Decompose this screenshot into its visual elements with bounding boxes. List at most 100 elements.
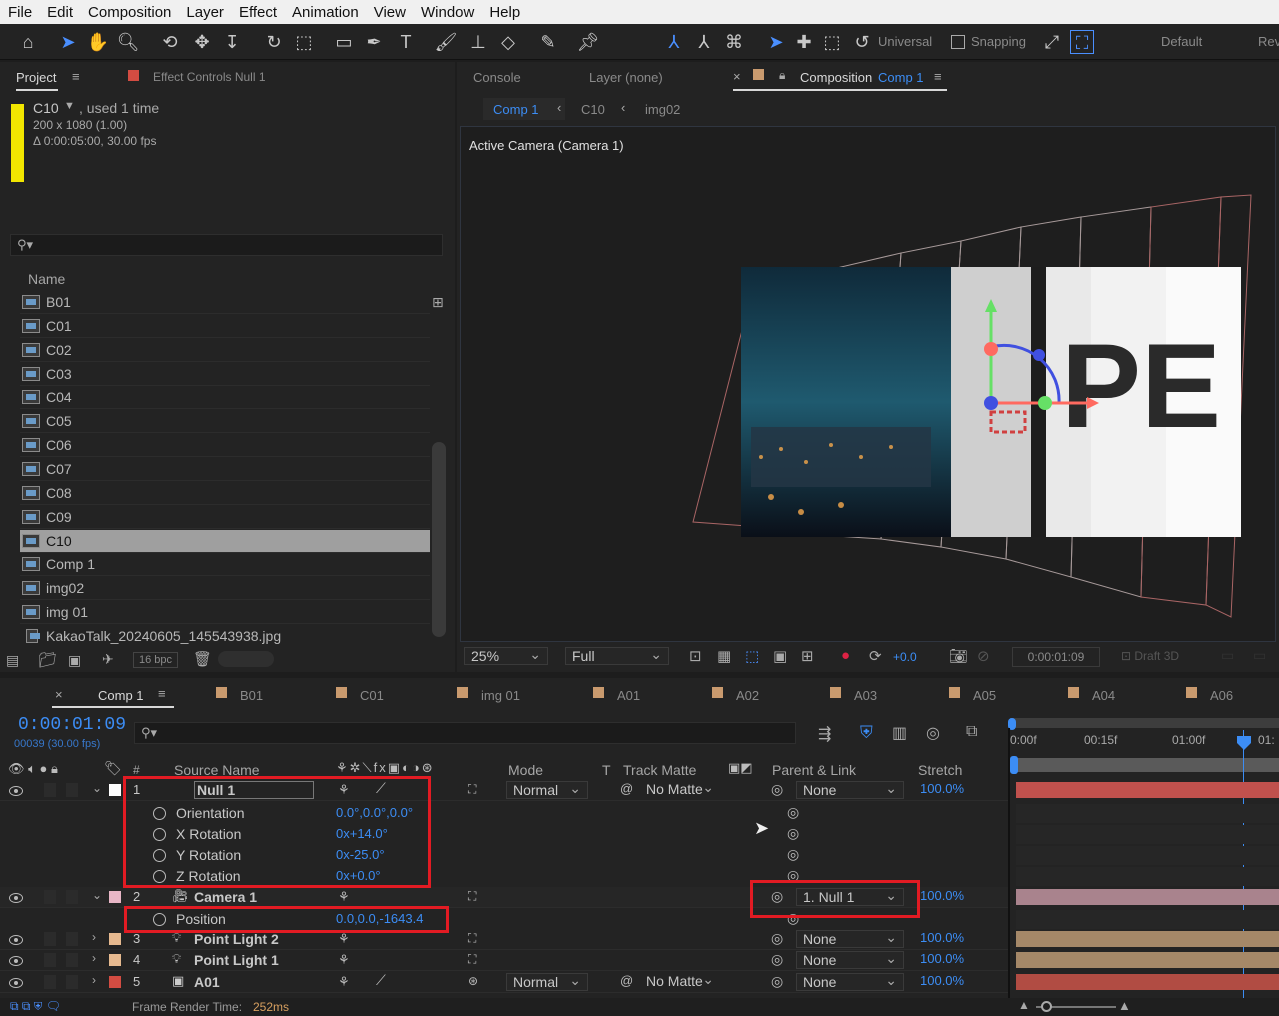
breadcrumb-comp1[interactable]: Comp 1 xyxy=(493,102,539,117)
project-item[interactable]: C10 xyxy=(20,529,430,553)
visibility-eye-icon[interactable] xyxy=(9,978,23,988)
blend-mode-dropdown[interactable]: Normal xyxy=(506,972,588,991)
zoom-dropdown[interactable]: 25% xyxy=(464,646,548,665)
project-item[interactable]: KakaoTalk_20240605_145543938.jpg xyxy=(20,625,430,648)
column-name[interactable]: Name xyxy=(28,271,65,287)
layer-search-input[interactable]: ⚲▾ xyxy=(134,722,796,744)
project-item[interactable]: C07 xyxy=(20,458,430,481)
menu-help[interactable]: Help xyxy=(481,4,527,21)
grid-guides-icon[interactable]: ⊞ xyxy=(801,647,814,665)
panel-menu-icon[interactable]: ≡ xyxy=(72,69,80,84)
stretch-value[interactable]: 100.0% xyxy=(920,781,964,796)
close-tab-icon[interactable]: × xyxy=(733,69,741,84)
gizmo-move-icon[interactable]: ✚ xyxy=(792,30,816,54)
menu-layer[interactable]: Layer xyxy=(178,4,231,21)
stretch-value[interactable]: 100.0% xyxy=(920,930,964,945)
puppet-pin-icon[interactable]: 📌︎ xyxy=(576,30,600,54)
shy-switch-icon[interactable]: ⚘ xyxy=(338,889,350,905)
preview-fit-icon[interactable]: ⛶ xyxy=(1070,30,1094,54)
mask-visibility-icon[interactable]: ⬚ xyxy=(745,647,759,665)
project-item[interactable]: C04 xyxy=(20,386,430,410)
quality-switch-icon[interactable]: ⟋ xyxy=(376,972,386,989)
project-item[interactable]: C01 xyxy=(20,315,430,338)
panel-menu-icon[interactable]: ≡ xyxy=(158,686,166,701)
timeline-zoom-knob[interactable] xyxy=(1041,1001,1052,1012)
gizmo-scale-icon[interactable]: ⬚ xyxy=(820,30,844,54)
timeline-tab[interactable]: A04 xyxy=(1092,688,1115,703)
transparency-grid-icon[interactable]: ▦ xyxy=(717,647,731,665)
layer-duration-bar[interactable] xyxy=(1016,931,1279,947)
track-matte-dropdown[interactable]: No Matte xyxy=(640,971,720,991)
gizmo-select-icon[interactable]: ➤ xyxy=(764,30,788,54)
stretch-value[interactable]: 100.0% xyxy=(920,888,964,903)
world-axis-icon[interactable]: ⅄ xyxy=(692,30,716,54)
lock-toggle[interactable] xyxy=(66,783,78,797)
orbit-camera-icon[interactable]: ⟲ xyxy=(158,30,182,54)
status-icons[interactable]: ⧉ ⧉ ⛨ 🗨︎ xyxy=(10,999,61,1014)
timeline-tab[interactable]: A06 xyxy=(1210,688,1233,703)
solo-toggle[interactable] xyxy=(44,953,56,967)
new-comp-icon[interactable]: ▣ xyxy=(68,652,81,669)
menu-window[interactable]: Window xyxy=(413,4,481,21)
shy-layers-icon[interactable]: ⛨ xyxy=(860,723,873,743)
gizmo-rotate-icon[interactable]: ↺ xyxy=(850,30,874,54)
parent-3d-icon[interactable]: ⛶ xyxy=(468,931,476,946)
graph-editor-icon[interactable]: ⧉ xyxy=(966,723,977,741)
project-settings-icon[interactable]: ✈ xyxy=(102,651,114,668)
new-folder-icon[interactable]: 📁︎ xyxy=(38,651,57,669)
expression-pickwhip-icon[interactable]: ◎ xyxy=(787,825,799,842)
visibility-eye-icon[interactable] xyxy=(9,893,23,903)
pen-tool-icon[interactable]: ✒ xyxy=(362,30,386,54)
chevron-right-icon[interactable]: › xyxy=(92,951,96,965)
3d-ground-plane-icon[interactable]: ▭ xyxy=(1253,647,1266,664)
dolly-camera-icon[interactable]: ↧ xyxy=(220,30,244,54)
home-icon[interactable]: ⌂ xyxy=(16,30,40,54)
draft-3d-toggle[interactable]: ⊡ Draft 3D xyxy=(1121,649,1179,663)
region-interest-icon[interactable]: ▣ xyxy=(773,647,787,665)
expression-pickwhip-icon[interactable]: ◎ xyxy=(787,846,799,863)
layer-duration-bar[interactable] xyxy=(1016,974,1279,990)
parent-dropdown[interactable]: None xyxy=(796,780,904,799)
solo-toggle[interactable] xyxy=(44,783,56,797)
menu-composition[interactable]: Composition xyxy=(80,4,178,21)
lock-toggle[interactable] xyxy=(66,953,78,967)
timeline-tab[interactable]: A02 xyxy=(736,688,759,703)
eraser-tool-icon[interactable]: ◇ xyxy=(496,30,520,54)
layer-duration-bar[interactable] xyxy=(1016,889,1279,905)
zoom-in-icon[interactable]: ▲ xyxy=(1118,998,1131,1013)
solo-toggle[interactable] xyxy=(44,975,56,989)
breadcrumb-img02[interactable]: img02 xyxy=(645,102,680,117)
snapshot-icon[interactable]: 📷︎ xyxy=(949,647,968,665)
layer-name[interactable]: A01 xyxy=(194,974,220,990)
project-item[interactable]: C02 xyxy=(20,339,430,362)
menu-animation[interactable]: Animation xyxy=(284,4,366,21)
visibility-eye-icon[interactable] xyxy=(9,935,23,945)
label-color-swatch[interactable] xyxy=(109,784,121,796)
column-parent-link[interactable]: Parent & Link xyxy=(772,762,856,778)
project-item[interactable]: C09 xyxy=(20,506,430,529)
playhead-handle[interactable] xyxy=(1237,736,1251,750)
layer-duration-bar[interactable] xyxy=(1016,952,1279,968)
tab-composition[interactable]: Composition xyxy=(800,70,872,85)
column-stretch[interactable]: Stretch xyxy=(918,762,962,778)
chevron-down-icon[interactable]: ▼ xyxy=(64,100,75,112)
lock-toggle[interactable] xyxy=(66,975,78,989)
exposure-value[interactable]: +0.0 xyxy=(893,650,917,664)
show-snapshot-icon[interactable]: ⊘ xyxy=(977,647,990,665)
clone-stamp-icon[interactable]: ⊥ xyxy=(466,30,490,54)
shy-switch-icon[interactable]: ⚘ xyxy=(338,974,350,990)
blend-mode-dropdown[interactable]: Normal xyxy=(506,780,588,799)
project-item[interactable]: C08 xyxy=(20,482,430,505)
track-matte-dropdown[interactable]: No Matte xyxy=(640,779,720,799)
menu-file[interactable]: File xyxy=(0,4,39,21)
pan-behind-icon[interactable]: ⬚ xyxy=(292,30,316,54)
column-track-matte[interactable]: Track Matte xyxy=(623,762,696,778)
zoom-tool-icon[interactable]: 🔍︎ xyxy=(116,30,140,54)
column-mode[interactable]: Mode xyxy=(508,762,543,778)
stretch-value[interactable]: 100.0% xyxy=(920,973,964,988)
composition-viewer[interactable]: Active Camera (Camera 1) PE xyxy=(460,126,1276,642)
resolution-dropdown[interactable]: Full xyxy=(565,646,669,665)
selection-tool-icon[interactable]: ➤ xyxy=(56,30,80,54)
color-channels-icon[interactable]: ● xyxy=(841,647,850,664)
interpret-footage-icon[interactable]: ▤ xyxy=(6,652,19,669)
